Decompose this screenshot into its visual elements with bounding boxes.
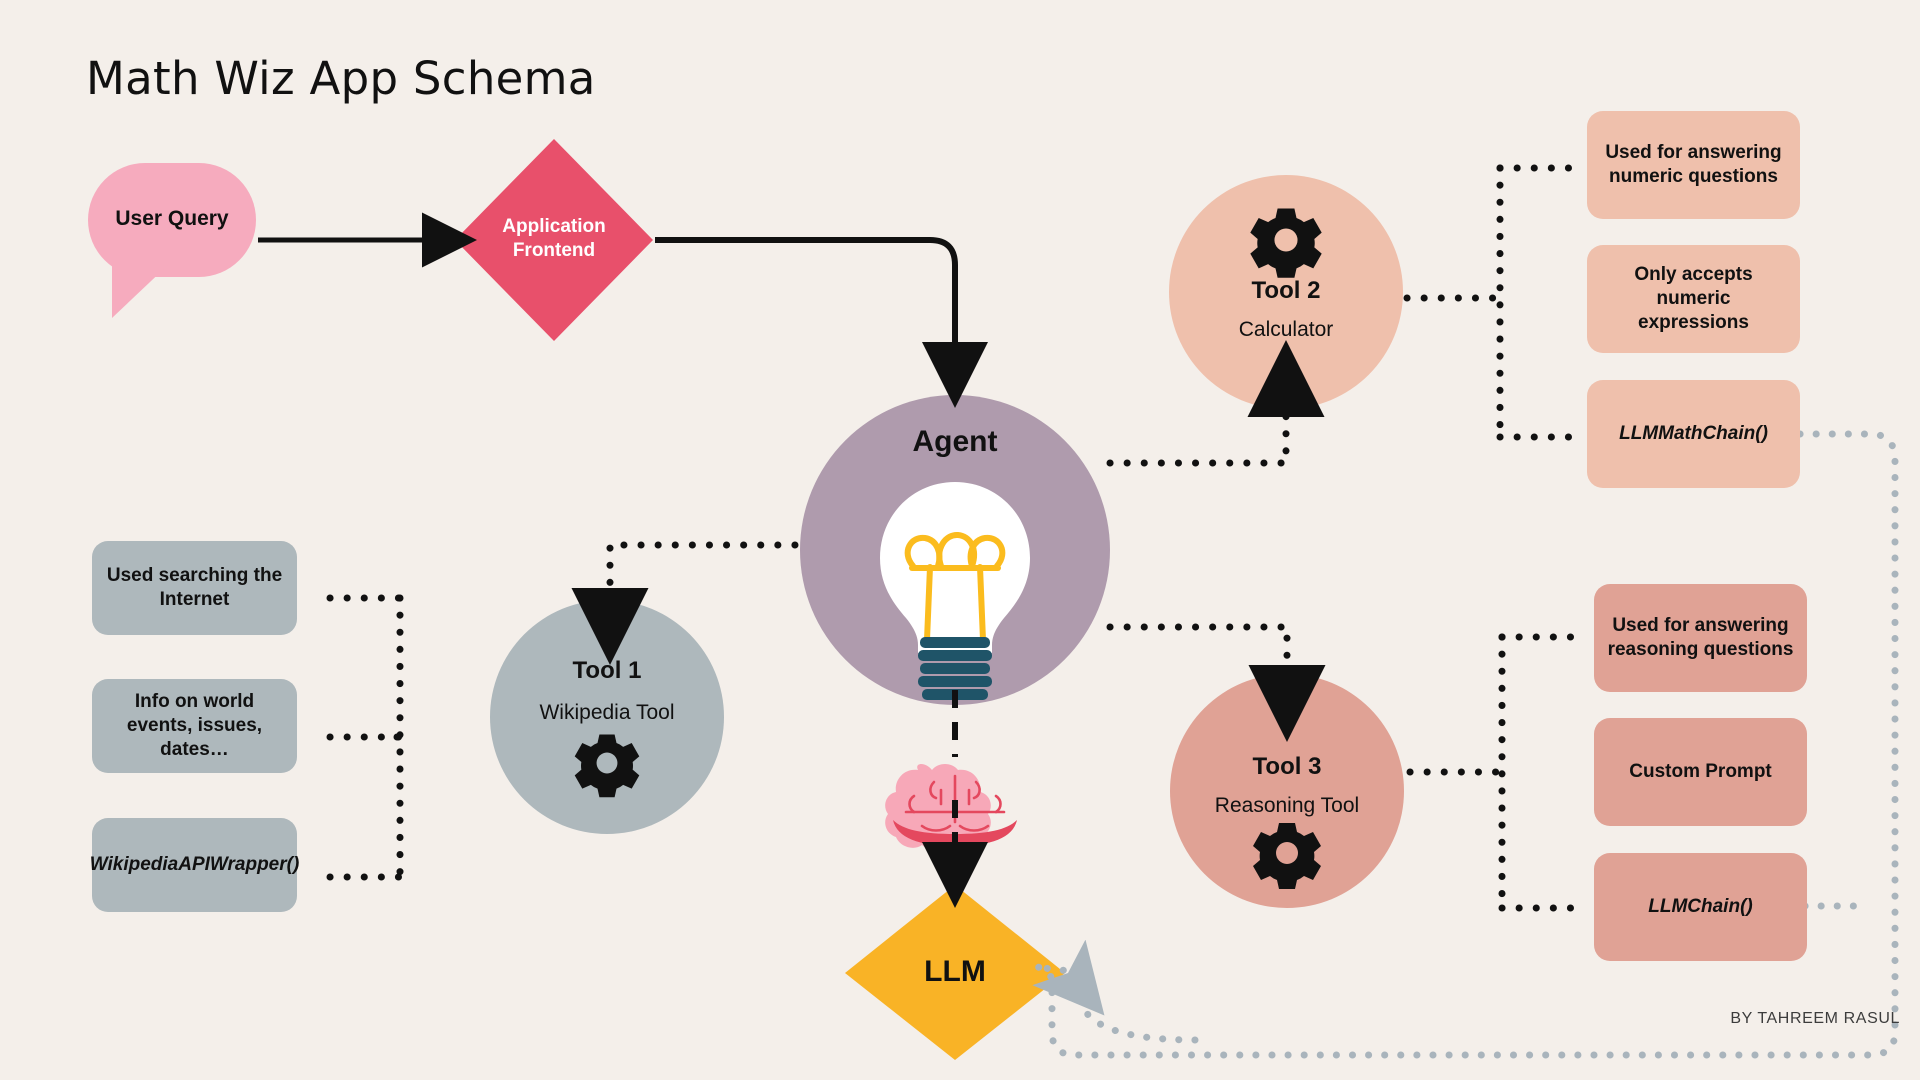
tool2-title: Tool 2 — [1251, 277, 1321, 304]
agent-label: Agent — [912, 425, 998, 458]
tool2-note-1: Only accepts numeric expressions — [1587, 245, 1800, 353]
frontend-label-line1: Application — [502, 216, 606, 237]
tool3-note-2: LLMChain() — [1594, 853, 1807, 961]
tool3-note-0: Used for answering reasoning questions — [1594, 584, 1807, 692]
tool1-title: Tool 1 — [572, 657, 642, 684]
page-title: Math Wiz App Schema — [86, 52, 596, 105]
llm-label: LLM — [924, 955, 986, 988]
tool3-note-1: Custom Prompt — [1594, 718, 1807, 826]
byline: BY TAHREEM RASUL — [1730, 1010, 1900, 1027]
tool1-note-0: Used searching the Internet — [92, 541, 297, 635]
tool3-subtitle: Reasoning Tool — [1214, 794, 1360, 817]
diagram-canvas: Math Wiz App Schema BY TAHREEM RASUL Use… — [0, 0, 1920, 1080]
tool2-subtitle: Calculator — [1238, 318, 1334, 341]
tool3-title: Tool 3 — [1252, 753, 1322, 780]
tool1-note-1: Info on world events, issues, dates… — [92, 679, 297, 773]
application-frontend-label: Application Frontend — [455, 215, 653, 263]
tool2-note-0: Used for answering numeric questions — [1587, 111, 1800, 219]
tool1-note-2: WikipediaAPIWrapper() — [90, 818, 299, 912]
tool2-note-2: LLMMathChain() — [1587, 380, 1800, 488]
frontend-label-line2: Frontend — [512, 239, 596, 261]
user-query-label: User Query — [115, 207, 229, 230]
tool1-subtitle: Wikipedia Tool — [539, 701, 675, 724]
